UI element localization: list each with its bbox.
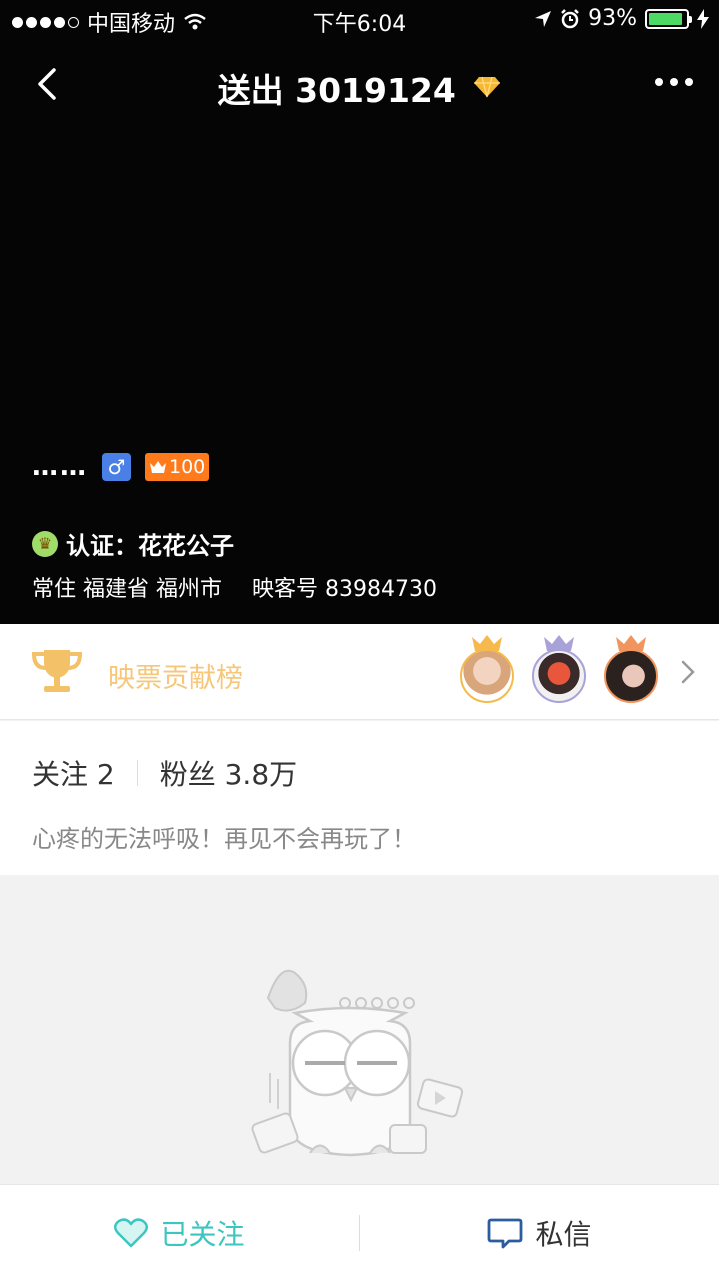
empty-content-area [0,875,719,1184]
status-bar: 中国移动 下午6:04 93% [0,0,719,40]
location-arrow-icon [535,10,552,27]
sent-total-title: 送出 3019124 [0,64,719,112]
message-label: 私信 [535,1218,592,1251]
top-contributor-2-avatar[interactable] [531,634,587,710]
battery-percent: 93% [588,6,637,31]
battery-icon [645,8,692,29]
nickname: …… [32,452,88,482]
stats-divider [136,760,138,786]
private-message-button[interactable]: 私信 [360,1185,719,1280]
verify-label: 认证：花花公子 [66,532,234,560]
bio-text: 心疼的无法呼吸！再见不会再玩了！ [32,825,416,853]
more-button[interactable] [655,78,693,86]
bottom-action-bar: 已关注 私信 [0,1184,719,1280]
verified-crown-icon: ♛ [32,530,58,557]
sent-prefix: 送出 [217,71,284,110]
fans-count[interactable]: 粉丝 3.8万 [160,753,297,793]
level-number: 100 [169,456,206,478]
chat-bubble-icon [488,1218,523,1249]
heart-icon [114,1218,149,1248]
trophy-icon [31,650,83,692]
chevron-right-icon [681,660,695,684]
level-badge: 100 [145,453,210,481]
contribution-ranking-row[interactable]: 映票贡献榜 [0,624,719,720]
empty-owl-illustration [251,969,464,1157]
following-count[interactable]: 关注 2 [32,753,115,793]
top-contributor-3-avatar[interactable] [603,634,659,710]
profile-stats: 关注 2 粉丝 3.8万 心疼的无法呼吸！再见不会再玩了！ [0,721,719,875]
ranking-label: 映票贡献榜 [108,663,243,694]
followed-label: 已关注 [160,1218,245,1251]
charging-bolt-icon [697,8,709,29]
location: 常住 福建省 福州市 [32,577,222,602]
diamond-icon [474,76,501,98]
alarm-icon [561,8,579,28]
profile-header: 中国移动 下午6:04 93% 送出 3019124 …… ♂ 100 ♛ 认证… [0,0,719,624]
crown-icon [150,461,166,473]
sent-count: 3019124 [295,71,456,110]
user-id: 映客号 83984730 [252,577,437,602]
top-contributor-1-avatar[interactable] [459,634,515,710]
followed-button[interactable]: 已关注 [0,1185,359,1280]
nav-bar: 送出 3019124 [0,50,719,120]
male-gender-icon: ♂ [102,453,131,481]
